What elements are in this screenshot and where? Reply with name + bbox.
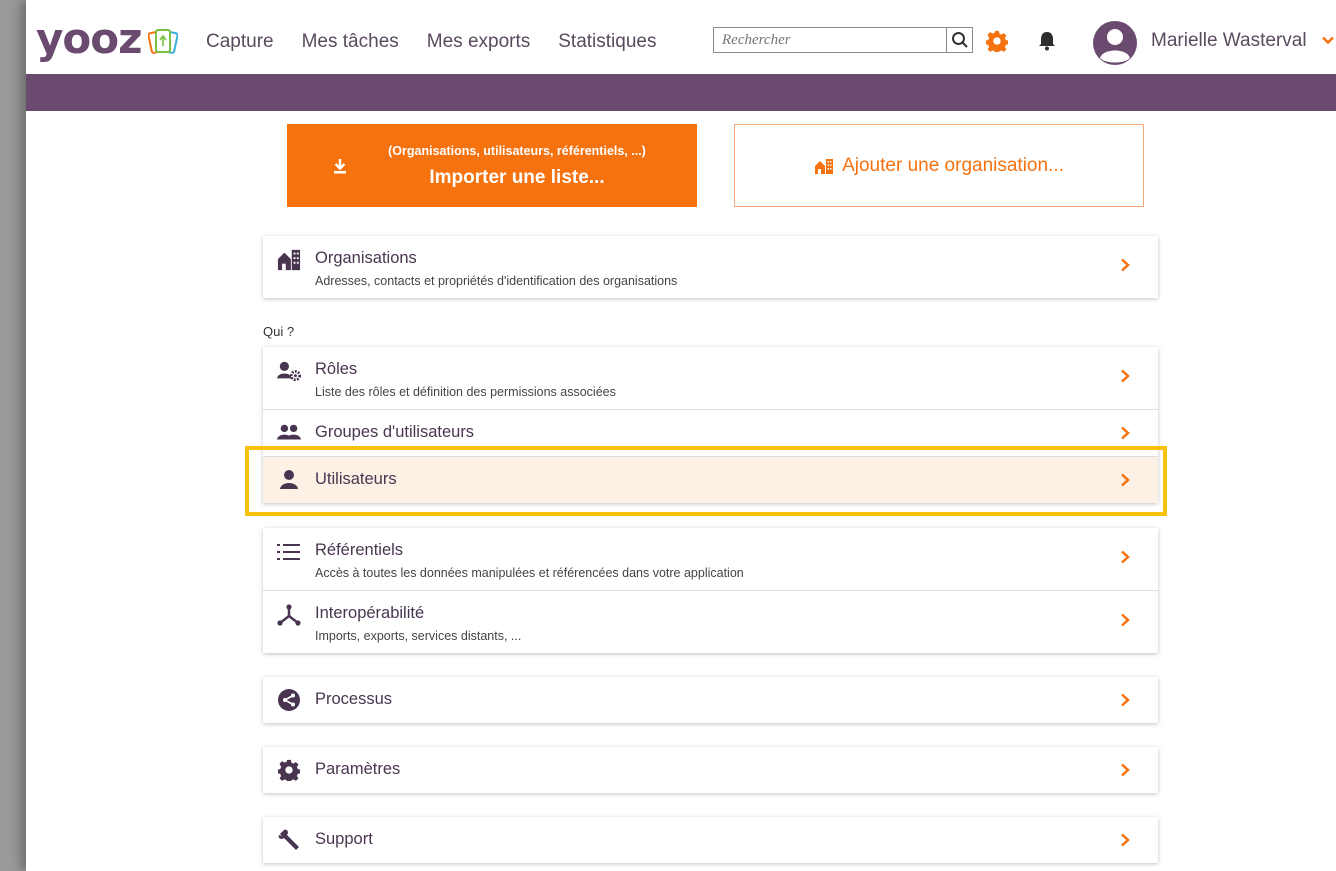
chevron-right-icon [1121,613,1130,627]
user-icon [277,468,301,492]
user-group-icon [277,421,301,445]
menu-title: Processus [315,690,393,708]
qui-card: Rôles Liste des rôles et définition des … [263,347,1158,503]
top-navigation-bar: yooz Capture Mes tâches Mes exports Stat… [26,0,1336,74]
processus-card: Processus [263,677,1158,723]
nav-capture[interactable]: Capture [206,31,274,53]
menu-item-support[interactable]: Support [263,817,1158,863]
menu-item-processus[interactable]: Processus [263,677,1158,723]
organisation-building-icon [277,248,301,272]
menu-item-groupes-utilisateurs[interactable]: Groupes d'utilisateurs [263,409,1158,456]
menu-item-referentiels[interactable]: Référentiels Accès à toutes les données … [263,528,1158,590]
settings-gear-icon[interactable] [986,30,1008,52]
network-nodes-icon [277,603,301,627]
search-button[interactable] [946,27,973,53]
import-list-button[interactable]: (Organisations, utilisateurs, référentie… [287,124,697,207]
nav-mes-exports[interactable]: Mes exports [427,31,530,53]
menu-title: Référentiels [315,541,404,559]
menu-description: Accès à toutes les données manipulées et… [315,566,744,580]
yooz-logo[interactable]: yooz [36,18,178,60]
process-share-icon [277,688,301,712]
parametres-card: Paramètres [263,747,1158,793]
list-icon [277,540,301,564]
menu-title: Paramètres [315,760,401,778]
data-card: Référentiels Accès à toutes les données … [263,528,1158,653]
chevron-right-icon [1121,693,1130,707]
menu-item-roles[interactable]: Rôles Liste des rôles et définition des … [263,347,1158,409]
menu-item-organisations[interactable]: Organisations Adresses, contacts et prop… [263,236,1158,298]
nav-mes-taches[interactable]: Mes tâches [302,31,399,53]
user-name[interactable]: Marielle Wasterval [1151,30,1307,52]
organisation-building-icon [815,158,834,174]
add-organisation-label: Ajouter une organisation... [842,154,1064,176]
gear-icon [277,758,301,782]
menu-description: Imports, exports, services distants, ... [315,629,522,643]
chevron-right-icon [1121,763,1130,777]
support-card: Support [263,817,1158,863]
nav-statistiques[interactable]: Statistiques [558,31,656,53]
header-band [26,74,1336,111]
download-icon [334,159,346,174]
logo-text: yooz [36,14,143,63]
import-subtitle: (Organisations, utilisateurs, référentie… [388,144,646,158]
menu-title: Rôles [315,360,358,378]
chevron-right-icon [1121,550,1130,564]
menu-title: Support [315,830,373,848]
wrench-icon [277,828,301,852]
menu-item-parametres[interactable]: Paramètres [263,747,1158,793]
search-input[interactable] [713,27,973,53]
menu-item-interoperabilite[interactable]: Interopérabilité Imports, exports, servi… [263,590,1158,653]
logo-cards-icon [147,29,178,54]
chevron-right-icon [1121,426,1130,440]
organisations-card: Organisations Adresses, contacts et prop… [263,236,1158,298]
user-avatar-icon[interactable] [1092,20,1138,66]
menu-description: Liste des rôles et définition des permis… [315,385,616,399]
menu-title: Interopérabilité [315,604,425,622]
chevron-right-icon [1121,833,1130,847]
menu-title: Utilisateurs [315,470,397,488]
search-icon [951,32,968,48]
section-label-qui: Qui ? [263,324,295,339]
app-window: yooz Capture Mes tâches Mes exports Stat… [26,0,1336,871]
menu-item-utilisateurs[interactable]: Utilisateurs [263,456,1158,503]
chevron-right-icon [1121,369,1130,383]
chevron-right-icon [1121,258,1130,272]
add-organisation-button[interactable]: Ajouter une organisation... [734,124,1144,207]
chevron-right-icon [1121,473,1130,487]
chevron-down-icon[interactable] [1322,36,1334,45]
main-nav: Capture Mes tâches Mes exports Statistiq… [206,31,684,53]
user-cog-icon [277,359,301,383]
notifications-bell-icon[interactable] [1038,31,1056,51]
menu-description: Adresses, contacts et propriétés d'ident… [315,274,678,288]
import-label: Importer une liste... [429,167,605,188]
menu-title: Groupes d'utilisateurs [315,423,475,441]
menu-title: Organisations [315,249,417,267]
